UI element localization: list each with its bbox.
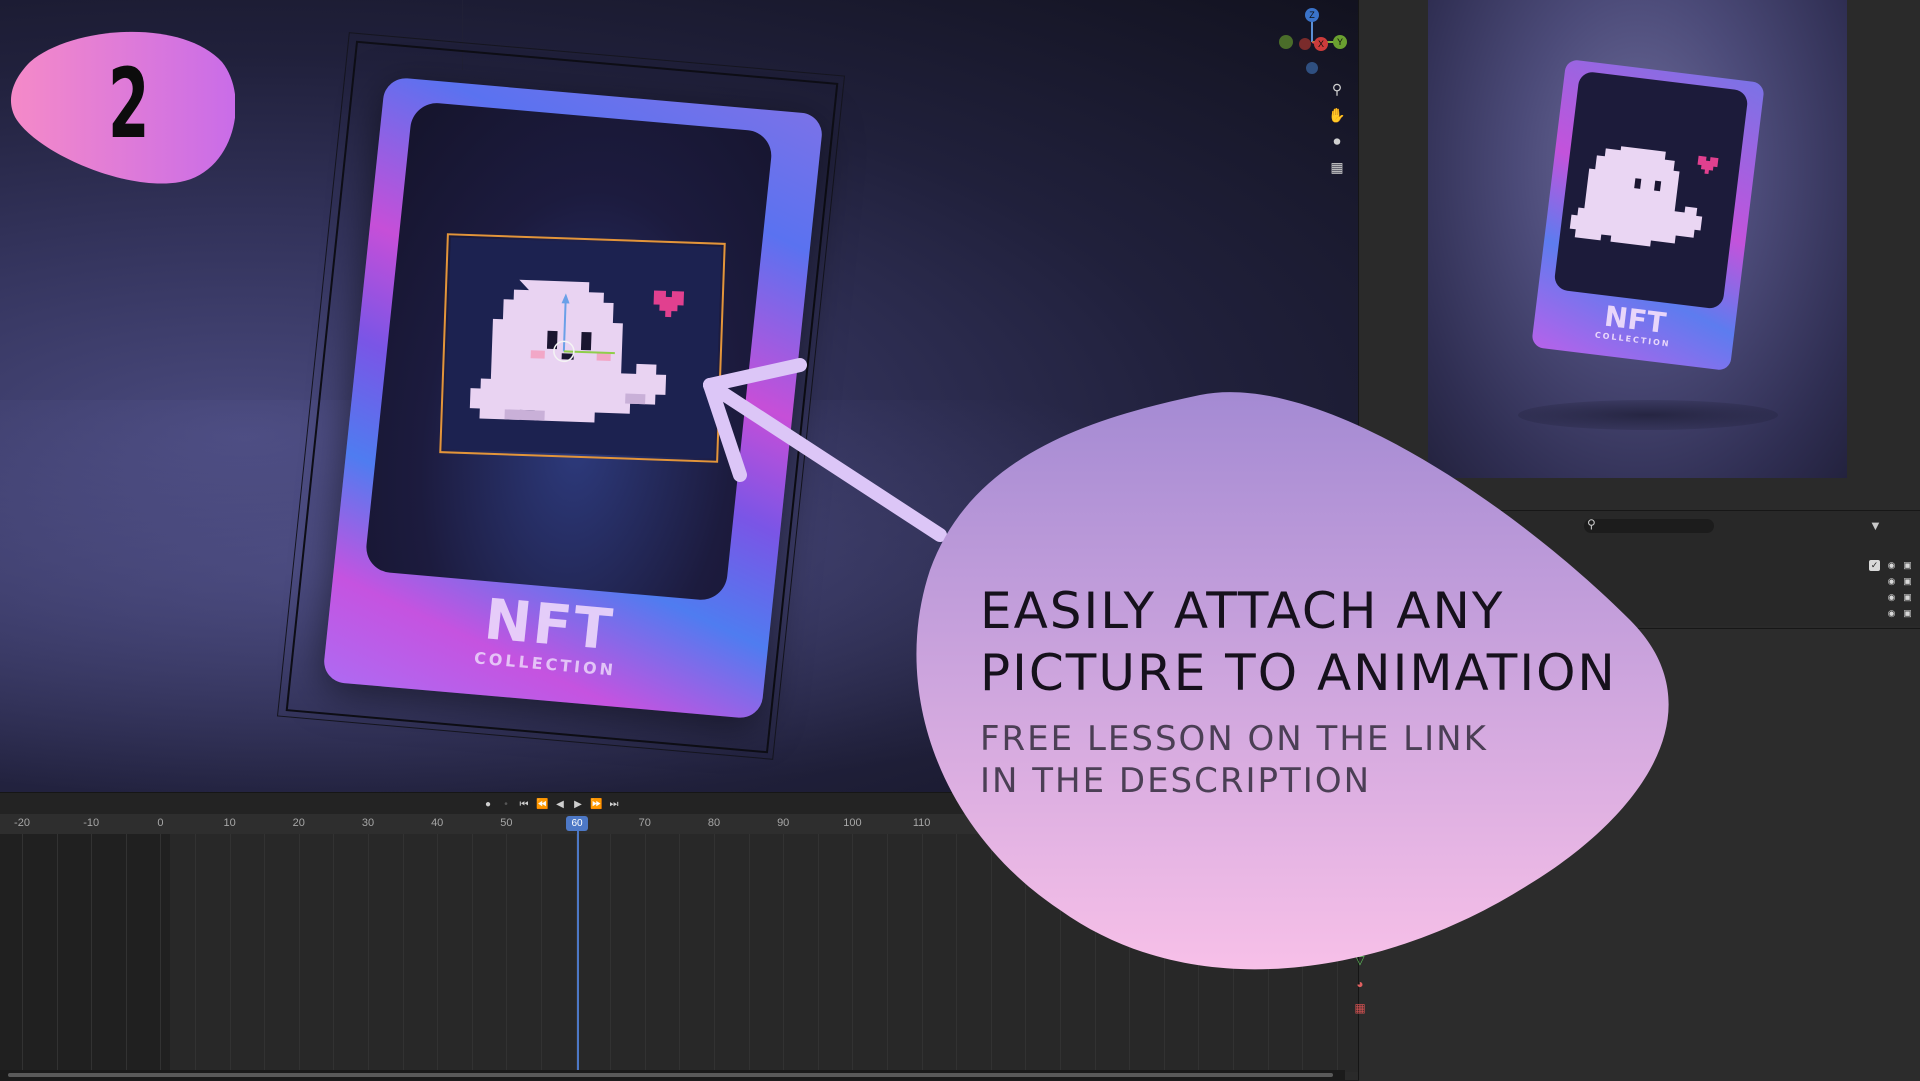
ruler-tick-label: 30 [361, 817, 375, 829]
scrollbar-thumb[interactable] [8, 1073, 1333, 1077]
gizmo-z-label: Z [1309, 10, 1315, 20]
timeline-gridline [22, 834, 23, 1072]
headline-line-2: PICTURE TO ANIMATION [980, 644, 1617, 702]
gizmo-y-label: Y [1337, 37, 1343, 47]
ruler-tick-label: 50 [500, 817, 513, 829]
timeline-gridline [437, 834, 439, 1072]
timeline-gridline [368, 834, 369, 1072]
timeline-gridline [264, 834, 266, 1072]
eye-icon[interactable]: ◉ [1886, 560, 1897, 571]
timeline-gridline [333, 834, 335, 1072]
timeline-gridline [748, 834, 750, 1072]
texture-icon[interactable]: ▦ [1353, 1001, 1367, 1015]
timeline-gridline [229, 834, 231, 1072]
ruler-tick-label: 10 [223, 817, 236, 829]
jump-end-icon[interactable]: ⏭ [608, 799, 620, 811]
timeline-gridline [852, 834, 854, 1072]
eye-icon[interactable]: ◉ [1886, 592, 1897, 603]
timeline-gridline [541, 834, 542, 1072]
viewport-nav-icons: ⚲ ✋ ⏺ ▦ [1328, 80, 1348, 184]
jump-start-icon[interactable]: ⏮ [518, 799, 530, 811]
timeline-gridline [195, 834, 196, 1072]
camera-render-icon[interactable]: ▣ [1902, 576, 1913, 587]
play-reverse-icon[interactable]: ◀ [554, 799, 566, 811]
render-ghost-icon [1569, 146, 1719, 247]
filter-icon[interactable]: ▼ [1869, 518, 1882, 533]
grid-perspective-icon[interactable]: ▦ [1328, 158, 1346, 176]
timeline-gridline [506, 834, 508, 1072]
camera-icon[interactable]: ⏺ [1328, 132, 1346, 150]
playhead-line[interactable] [577, 830, 579, 1072]
timeline-gridline [471, 834, 473, 1072]
timeline-gridline [56, 834, 58, 1072]
render-card-inner [1553, 70, 1749, 310]
playback-controls: ● • ⏮ ⏪ ◀ ▶ ⏩ ⏭ [482, 797, 620, 813]
timeline-gridline [817, 834, 819, 1072]
ruler-tick-label: 40 [431, 817, 444, 829]
ruler-tick-label: 80 [707, 817, 721, 829]
timeline-gridline [610, 834, 612, 1072]
step-badge: 2 [10, 22, 236, 186]
eye-icon[interactable]: ◉ [1886, 576, 1897, 587]
play-icon[interactable]: ▶ [572, 799, 584, 811]
render-card: NFT COLLECTION [1531, 58, 1765, 372]
ruler-tick-label: 70 [638, 817, 651, 829]
ruler-tick-label: 20 [292, 817, 305, 829]
timeline-gridline [298, 834, 300, 1072]
timeline-out-of-range [0, 834, 170, 1072]
eye-icon[interactable]: ◉ [1886, 608, 1897, 619]
timeline-gridline [91, 834, 93, 1072]
pixel-ghost-icon [443, 237, 722, 459]
ruler-tick-label: -20 [14, 817, 30, 829]
step-number: 2 [108, 48, 150, 160]
navigation-gizmo[interactable]: Z Y X [1270, 6, 1358, 78]
ruler-tick-label: -10 [83, 817, 100, 829]
subline-line-2: IN THE DESCRIPTION [980, 761, 1372, 801]
pan-hand-icon[interactable]: ✋ [1328, 106, 1346, 124]
subline: FREE LESSON ON THE LINK IN THE DESCRIPTI… [980, 718, 1540, 802]
gizmo-x-label: X [1318, 39, 1324, 49]
ruler-tick-label: 0 [157, 817, 164, 829]
headline-line-1: EASILY ATTACH ANY [980, 582, 1505, 640]
timeline-gridline [644, 834, 646, 1072]
ghost-image-plane-selected[interactable] [439, 233, 726, 463]
headline: EASILY ATTACH ANY PICTURE TO ANIMATION [980, 580, 1680, 704]
timeline-gridline [887, 834, 888, 1072]
timeline-gridline [783, 834, 785, 1072]
timeline-gridline [125, 834, 127, 1072]
zoom-icon[interactable]: ⚲ [1328, 80, 1346, 98]
timeline-scrollbar[interactable] [0, 1070, 1345, 1080]
next-keyframe-icon[interactable]: ⏩ [590, 799, 602, 811]
camera-render-icon[interactable]: ▣ [1902, 592, 1913, 603]
checkbox-icon[interactable]: ✓ [1869, 560, 1880, 571]
camera-render-icon[interactable]: ▣ [1902, 608, 1913, 619]
ruler-tick-label: 90 [777, 817, 790, 829]
timeline-gridline [679, 834, 681, 1072]
record-icon[interactable]: ● [482, 799, 494, 811]
current-frame-badge[interactable]: 60 [566, 816, 588, 831]
ruler-tick-label: 100 [843, 817, 862, 829]
timeline-gridline [402, 834, 404, 1072]
timeline-gridline [160, 834, 162, 1072]
ghost-image [443, 237, 722, 459]
subline-line-1: FREE LESSON ON THE LINK [980, 719, 1488, 759]
timeline-gridline [714, 834, 715, 1072]
prev-keyframe-icon[interactable]: ⏪ [536, 799, 548, 811]
camera-render-icon[interactable]: ▣ [1902, 560, 1913, 571]
separator-icon: • [504, 799, 508, 810]
